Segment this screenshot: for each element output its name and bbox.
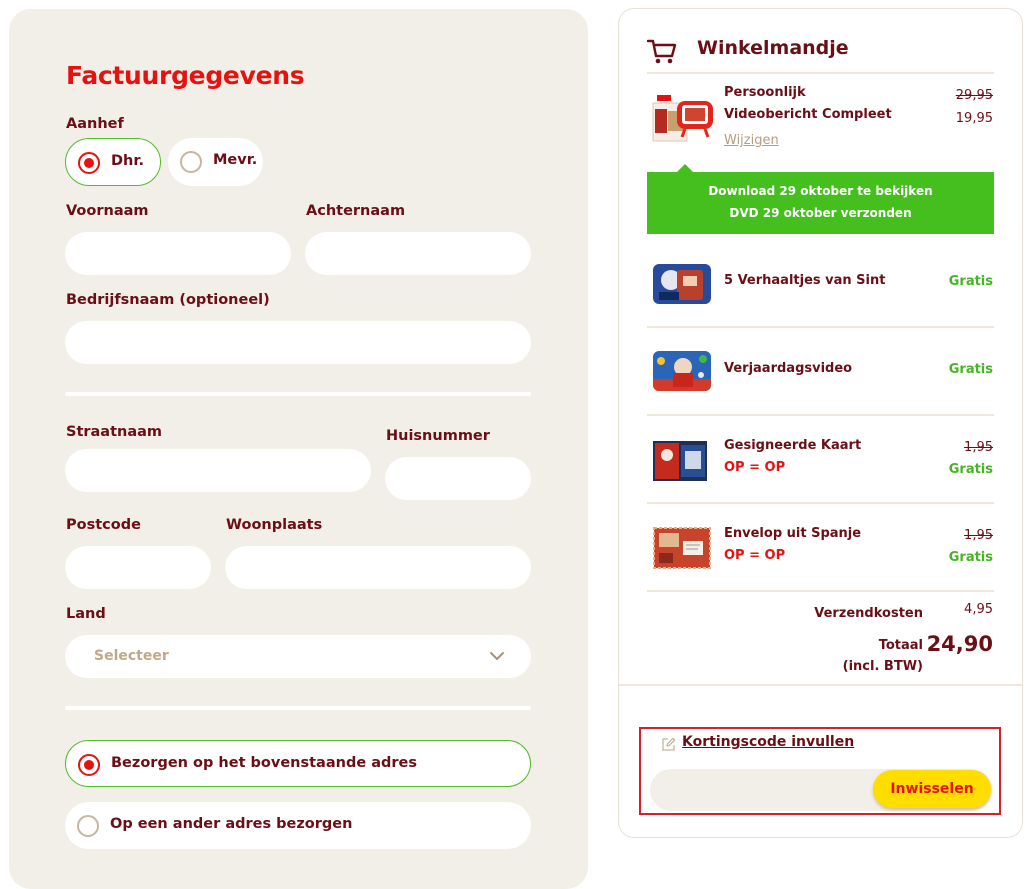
- postcode-label: Postcode: [66, 517, 141, 533]
- banner-dvd-text: DVD 29 oktober verzonden: [729, 206, 912, 220]
- total-label-line1: Totaal: [878, 638, 923, 653]
- pencil-icon: [662, 737, 676, 751]
- wijzigen-link[interactable]: Wijzigen: [724, 133, 779, 148]
- cart-item-old-price: 1,95: [964, 528, 993, 543]
- straatnaam-input[interactable]: [65, 449, 371, 492]
- chevron-down-icon: [490, 652, 504, 660]
- radio-dhr-label: Dhr.: [111, 153, 144, 169]
- radio-dot: [180, 151, 202, 173]
- page-title: Factuurgegevens: [66, 61, 305, 90]
- divider: [647, 326, 994, 328]
- coupon-section: Kortingscode invullen Inwisselen: [639, 727, 1001, 815]
- product-thumbnail-verhaaltjes: [653, 264, 711, 304]
- achternaam-input[interactable]: [305, 232, 531, 275]
- divider: [647, 502, 994, 504]
- huisnummer-input[interactable]: [385, 457, 531, 500]
- radio-mevr-label: Mevr.: [213, 152, 258, 168]
- bedrijfsnaam-label: Bedrijfsnaam (optioneel): [66, 292, 270, 308]
- postcode-input[interactable]: [65, 546, 211, 589]
- total-label-line2: (incl. BTW): [842, 659, 923, 674]
- divider: [647, 72, 994, 74]
- cart-item-name: 5 Verhaaltjes van Sint: [724, 273, 886, 288]
- banner-download-text: Download 29 oktober te bekijken: [708, 184, 933, 198]
- achternaam-label: Achternaam: [306, 203, 406, 219]
- divider: [65, 392, 531, 396]
- cart-item-price-gratis: Gratis: [948, 550, 993, 565]
- voornaam-input[interactable]: [65, 232, 291, 275]
- land-label: Land: [66, 606, 106, 622]
- cart-item-price-gratis: Gratis: [948, 462, 993, 477]
- radio-delivery-same-address[interactable]: Bezorgen op het bovenstaande adres: [65, 740, 531, 787]
- radio-delivery-other-address[interactable]: Op een ander adres bezorgen: [65, 802, 531, 849]
- shipping-value: 4,95: [964, 602, 993, 617]
- product-thumbnail-envelop: [653, 527, 711, 569]
- woonplaats-input[interactable]: [225, 546, 531, 589]
- cart-item-old-price: 29,95: [955, 88, 993, 103]
- delivery-info-banner: Download 29 oktober te bekijken DVD 29 o…: [647, 164, 994, 234]
- bedrijfsnaam-input[interactable]: [65, 321, 531, 364]
- product-thumbnail-verjaardag: [653, 351, 711, 391]
- op-is-op-label: OP = OP: [724, 548, 786, 563]
- product-thumbnail-kaart: [653, 441, 707, 481]
- radio-dot: [77, 815, 99, 837]
- cart-panel: Winkelmandje Persoonlijk Videobericht Co…: [618, 8, 1023, 838]
- woonplaats-label: Woonplaats: [226, 517, 323, 533]
- cart-item-name: Gesigneerde Kaart: [724, 438, 862, 453]
- cart-item-price-gratis: Gratis: [948, 274, 993, 289]
- aanhef-label: Aanhef: [66, 116, 124, 132]
- op-is-op-label: OP = OP: [724, 460, 786, 475]
- divider: [647, 414, 994, 416]
- radio-delivery-other-label: Op een ander adres bezorgen: [110, 816, 353, 832]
- shipping-label: Verzendkosten: [814, 606, 923, 621]
- cart-item-name: Envelop uit Spanje: [724, 526, 862, 541]
- radio-mevr[interactable]: Mevr.: [168, 138, 263, 186]
- product-thumbnail-video: [649, 93, 717, 145]
- radio-dhr[interactable]: Dhr.: [65, 138, 161, 186]
- radio-dot-selected: [78, 152, 100, 174]
- cart-item-old-price: 1,95: [964, 440, 993, 455]
- divider: [647, 590, 994, 592]
- land-select-value: Selecteer: [94, 648, 169, 664]
- radio-delivery-same-label: Bezorgen op het bovenstaande adres: [111, 755, 417, 771]
- redeem-coupon-button[interactable]: Inwisselen: [873, 770, 991, 808]
- coupon-toggle-link[interactable]: Kortingscode invullen: [682, 734, 854, 750]
- cart-item-price: 19,95: [955, 111, 993, 126]
- radio-dot-selected: [78, 754, 100, 776]
- cart-icon: [647, 39, 677, 64]
- total-label: Totaal (incl. BTW): [843, 635, 923, 677]
- divider: [65, 706, 531, 710]
- cart-item-name: Persoonlijk Videobericht Compleet: [724, 85, 892, 122]
- cart-title: Winkelmandje: [697, 37, 849, 59]
- huisnummer-label: Huisnummer: [386, 428, 490, 444]
- billing-form-panel: Factuurgegevens Aanhef Dhr. Mevr. Voorna…: [9, 9, 588, 889]
- straatnaam-label: Straatnaam: [66, 424, 163, 440]
- land-select[interactable]: Selecteer: [65, 635, 531, 678]
- total-value: 24,90: [926, 632, 993, 656]
- voornaam-label: Voornaam: [66, 203, 149, 219]
- cart-item-name: Verjaardagsvideo: [724, 361, 853, 376]
- divider: [619, 684, 1022, 686]
- cart-item-price-gratis: Gratis: [948, 362, 993, 377]
